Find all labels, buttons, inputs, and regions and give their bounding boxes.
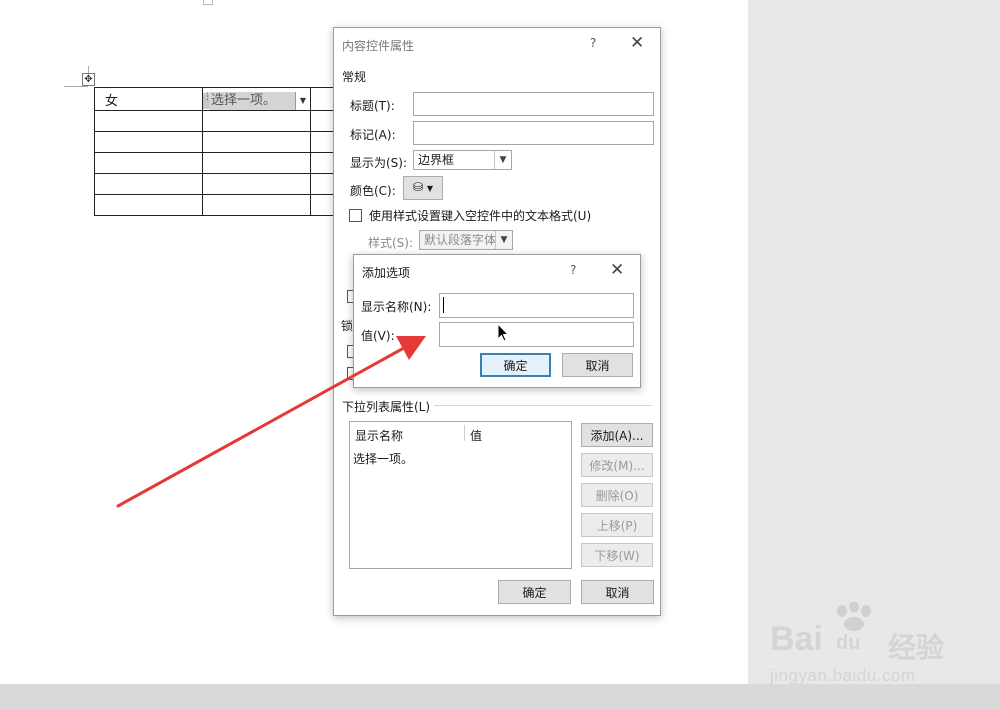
watermark-du: du: [836, 632, 861, 654]
baidu-jingyan-watermark: Bai du 经验 jingyan.baidu.com: [770, 602, 990, 690]
watermark-brand: Bai: [770, 620, 823, 658]
watermark-url: jingyan.baidu.com: [770, 666, 916, 685]
paw-icon: [837, 602, 871, 631]
watermark-brand-suffix: 经验: [888, 631, 945, 664]
